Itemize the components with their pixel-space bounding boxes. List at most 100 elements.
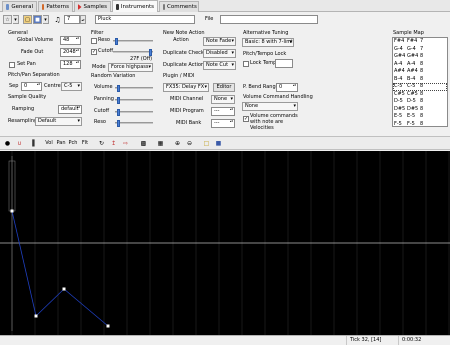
lock-tempo-field[interactable] <box>275 59 293 68</box>
random-panning-label: Panning <box>94 96 114 102</box>
sample-map-row[interactable]: D#5 D#5 8 <box>393 106 447 114</box>
pitch-envelope-button[interactable]: Pch <box>67 139 79 148</box>
record-icon[interactable]: ● <box>3 139 12 148</box>
envelope-scale-icon[interactable]: ▦ <box>156 139 165 148</box>
sample-map-sample: 8 <box>420 53 424 59</box>
load-envelope-icon[interactable]: □ <box>202 139 211 148</box>
general-icon <box>6 4 10 10</box>
editor-button[interactable]: Editor <box>213 83 235 92</box>
envelope-node[interactable] <box>62 287 66 291</box>
random-panning-slider[interactable] <box>115 97 153 104</box>
mode-label: Mode <box>92 64 106 70</box>
set-pan-field[interactable]: 128 <box>60 60 81 69</box>
envelope-editor[interactable] <box>0 151 450 335</box>
bend-range-field[interactable]: 0 <box>276 83 298 92</box>
cutoff-slider[interactable] <box>113 49 153 56</box>
volume-envelope-icon[interactable]: ▌ <box>30 139 39 148</box>
instrument-number-spinner[interactable]: ▴▾ <box>80 15 86 24</box>
loop-icon[interactable]: ↻ <box>97 139 106 148</box>
dup-action-select[interactable]: Note Cut <box>203 61 236 70</box>
sample-map-row[interactable]: C-5 C-5 8 <box>393 83 447 91</box>
sample-map-list[interactable]: F#4 F#4 7 G-4 G-4 7 G#4 G#4 8 A-4 A-4 8 A#4 A#4 8 B-4 B-… <box>392 37 448 127</box>
vol-envelope-button[interactable]: Vol <box>43 139 55 148</box>
tab-comments[interactable]: Comments <box>159 1 199 12</box>
cutoff-slider-knob[interactable] <box>149 49 152 56</box>
carry-icon[interactable]: ⇨ <box>121 139 130 148</box>
tab-patterns[interactable]: Patterns <box>38 1 73 12</box>
vol-cmd-select[interactable]: None <box>242 102 298 111</box>
cutoff-checkbox[interactable]: ✓ <box>91 49 97 55</box>
sample-map-row[interactable]: C#5 C#5 8 <box>393 91 447 99</box>
midi-channel-select[interactable]: None <box>211 95 235 104</box>
reso-slider-knob[interactable] <box>115 38 118 45</box>
envelope-node[interactable] <box>106 324 110 328</box>
centre-select[interactable]: C-5 <box>61 82 82 91</box>
lock-tempo-checkbox[interactable] <box>243 61 249 67</box>
random-cutoff-slider[interactable] <box>115 109 153 116</box>
centre-label: Centre <box>44 83 61 89</box>
envelope-node[interactable] <box>34 314 38 318</box>
sample-map-sample: 8 <box>420 90 424 97</box>
nna-action-select[interactable]: Note Fade <box>203 37 236 46</box>
sample-map-row[interactable]: D-5 D-5 8 <box>393 98 447 106</box>
envelope-node[interactable] <box>10 209 14 213</box>
ramping-field[interactable]: default <box>58 105 82 114</box>
open-folder-icon[interactable]: □ <box>23 15 32 24</box>
random-volume-slider[interactable] <box>115 85 153 92</box>
sample-map-note: G#4 <box>407 53 419 59</box>
random-panning-knob[interactable] <box>117 97 120 104</box>
midi-bank-field[interactable]: --- <box>211 119 235 128</box>
save-envelope-icon[interactable]: ■ <box>214 139 223 148</box>
velocities-checkbox[interactable]: ✓ <box>243 116 249 122</box>
dup-check-select[interactable]: Disabled <box>203 49 236 58</box>
sample-map-row[interactable]: A-4 A-4 8 <box>393 61 447 69</box>
tab-general[interactable]: General <box>2 1 37 12</box>
global-volume-field[interactable]: 48 <box>60 36 81 45</box>
random-cutoff-knob[interactable] <box>117 109 120 116</box>
midi-program-field[interactable]: --- <box>211 107 235 116</box>
grid-icon[interactable]: ▩ <box>139 139 148 148</box>
plugin-select[interactable]: FX35: Delay FX <box>163 83 209 92</box>
random-reso-slider[interactable] <box>115 120 153 127</box>
filter-envelope-button[interactable]: Flt <box>79 139 91 148</box>
sustain-icon[interactable]: ↥ <box>109 139 118 148</box>
envelope-on-icon[interactable]: ∪ <box>15 139 24 148</box>
sample-map-row[interactable]: F#4 F#4 7 <box>393 38 447 46</box>
pan-envelope-button[interactable]: Pan <box>55 139 67 148</box>
filter-mode-select[interactable]: Force highpass <box>108 63 153 72</box>
fade-out-field[interactable]: 2048 <box>60 48 81 57</box>
tab-instruments[interactable]: Instruments <box>112 0 158 12</box>
tuning-select[interactable]: Basic: 8 with 7-limit triangle <box>242 38 294 47</box>
resampling-select[interactable]: Default <box>35 117 82 126</box>
tab-bar: General Patterns Samples Instruments Com… <box>0 0 450 12</box>
zoom-in-icon[interactable]: ⊕ <box>173 139 182 148</box>
filename-field[interactable] <box>220 15 318 24</box>
sample-map-sample: 8 <box>420 105 424 112</box>
sample-map-row[interactable]: F-5 F-5 8 <box>393 121 447 127</box>
random-reso-knob[interactable] <box>117 120 120 127</box>
sample-map-row[interactable]: G-4 G-4 7 <box>393 46 447 54</box>
sample-map-row[interactable]: E-5 E-5 8 <box>393 113 447 121</box>
sample-map-row[interactable]: A#4 A#4 8 <box>393 68 447 76</box>
zoom-out-icon[interactable]: ⊖ <box>185 139 194 148</box>
instrument-name-field[interactable]: Pluck <box>95 15 195 24</box>
set-pan-checkbox[interactable] <box>9 62 15 68</box>
sample-map-note: A#4 <box>394 68 405 74</box>
envelope-canvas[interactable] <box>0 151 450 335</box>
sample-map-row[interactable]: B-4 B-4 8 <box>393 76 447 84</box>
new-instrument-icon[interactable]: ☆ <box>3 15 12 24</box>
new-dropdown-icon[interactable]: ▾ <box>13 15 19 24</box>
ramping-label: Ramping <box>12 106 35 112</box>
sample-map-row[interactable]: G#4 G#4 8 <box>393 53 447 61</box>
save-dropdown-icon[interactable]: ▾ <box>43 15 49 24</box>
sep-field[interactable]: 0 <box>21 82 42 91</box>
instrument-number-field[interactable]: 7 <box>64 15 80 24</box>
tab-samples[interactable]: Samples <box>74 1 111 12</box>
reso-slider[interactable] <box>113 38 153 45</box>
resampling-label: Resampling <box>8 118 38 124</box>
sample-map-header: Sample Map <box>393 30 424 36</box>
save-icon[interactable]: ■ <box>33 15 42 24</box>
reso-checkbox[interactable] <box>91 38 97 44</box>
random-volume-knob[interactable] <box>117 85 120 92</box>
envelope-toolbar: ● ∪ ▌ Vol Pan Pch Flt ↻ ↥ ⇨ ▩ ▦ ⊕ ⊖ □ ■ <box>0 136 450 150</box>
